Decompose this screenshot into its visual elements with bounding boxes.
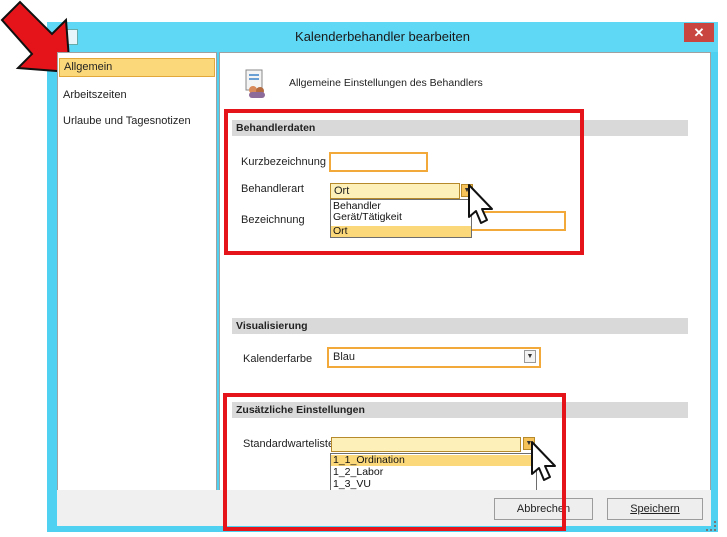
sidebar-item-allgemein[interactable]: Allgemein (59, 58, 215, 77)
header-text: Allgemeine Einstellungen des Behandlers (289, 77, 483, 89)
save-button[interactable]: Speichern (607, 498, 703, 520)
cursor-pointer-icon (468, 184, 493, 224)
annotation-box-behandlerdaten (224, 109, 584, 255)
settings-people-icon (245, 69, 265, 98)
annotation-box-warteliste (223, 393, 566, 531)
kalenderfarbe-label: Kalenderfarbe (243, 353, 313, 365)
cursor-pointer-icon (531, 441, 556, 481)
close-button[interactable]: ✕ (684, 23, 714, 42)
kalenderfarbe-select[interactable]: Blau (333, 350, 513, 364)
resize-grip-icon[interactable] (706, 521, 716, 531)
section-visualisierung: Visualisierung (232, 318, 688, 334)
sidebar-item-urlaube[interactable]: Urlaube und Tagesnotizen (59, 112, 213, 130)
kalenderfarbe-dropdown-button[interactable]: ▼ (524, 350, 536, 363)
sidebar-item-arbeitszeiten[interactable]: Arbeitszeiten (59, 86, 213, 104)
window-title: Kalenderbehandler bearbeiten (295, 29, 470, 44)
